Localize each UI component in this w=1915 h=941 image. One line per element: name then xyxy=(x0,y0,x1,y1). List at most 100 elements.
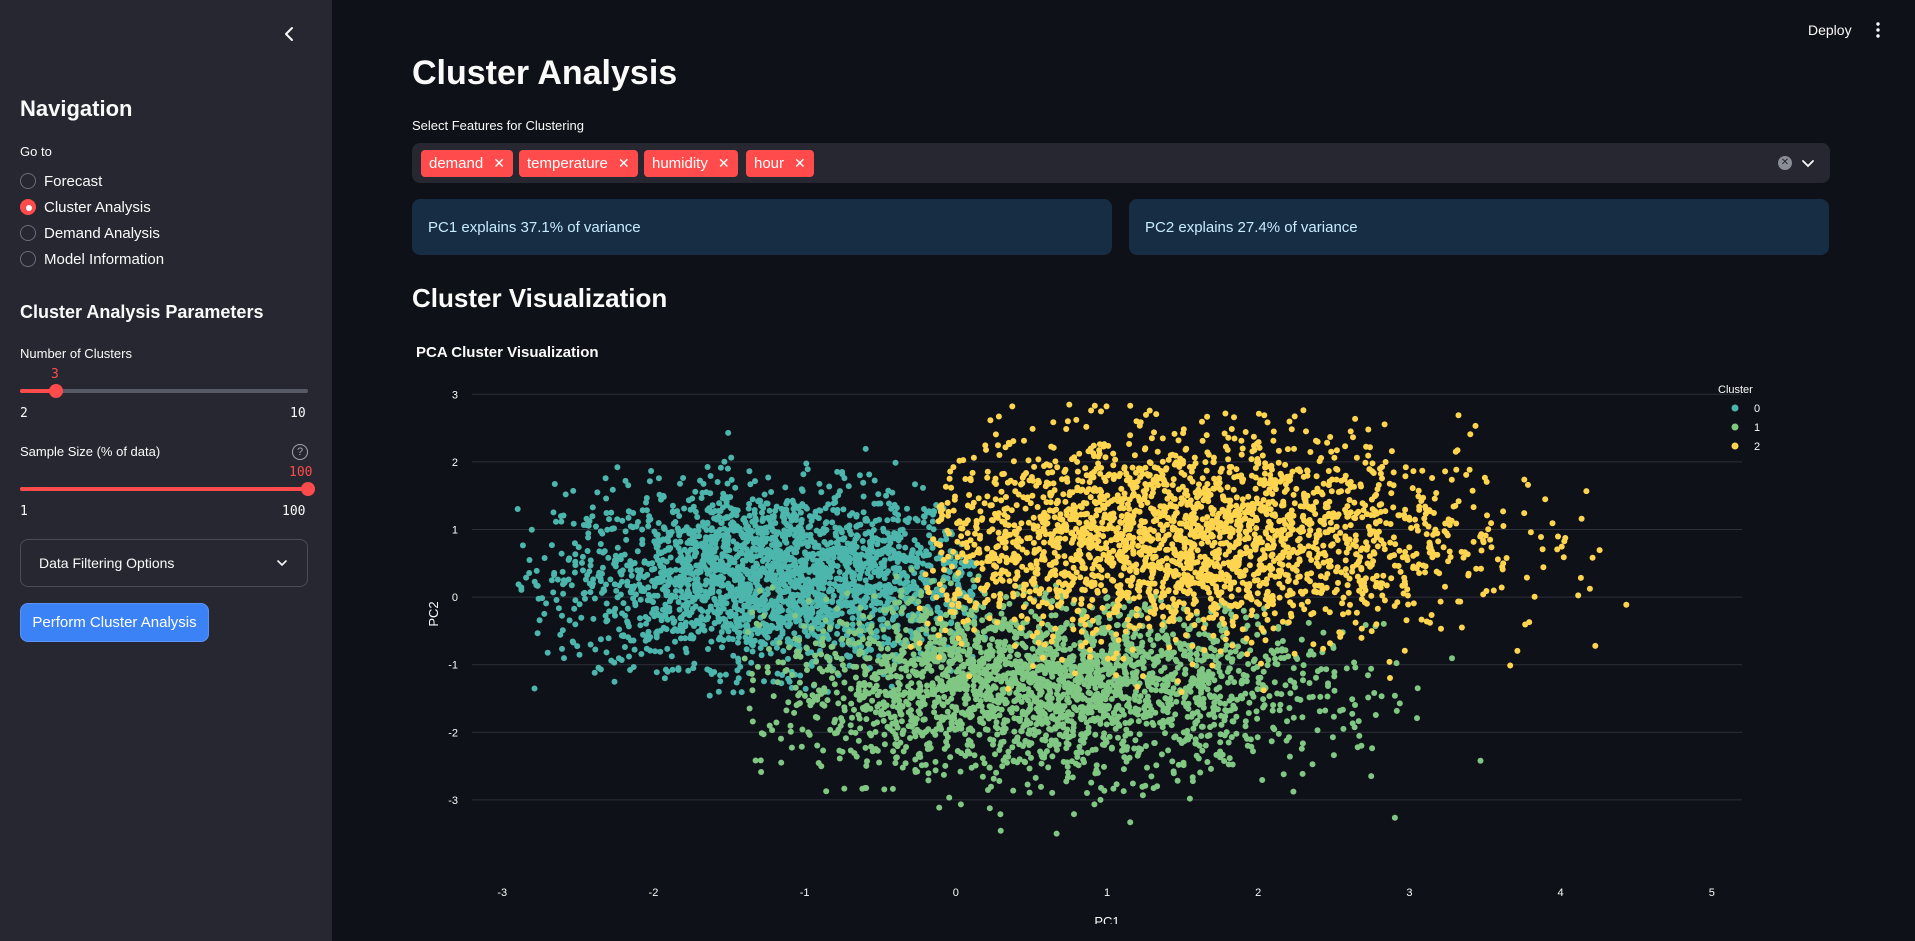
data-point xyxy=(920,552,927,559)
perform-cluster-analysis-button[interactable]: Perform Cluster Analysis xyxy=(20,603,209,642)
data-point xyxy=(624,578,631,585)
data-point xyxy=(825,553,832,560)
data-filtering-expander[interactable]: Data Filtering Options xyxy=(20,539,308,587)
features-multiselect[interactable]: demand ✕ temperature ✕ humidity ✕ hour ✕ ✕ xyxy=(412,143,1830,183)
data-point xyxy=(962,700,969,707)
data-point xyxy=(1002,754,1009,761)
data-point xyxy=(664,616,671,623)
data-point xyxy=(675,599,682,605)
data-point xyxy=(587,562,594,569)
remove-tag-icon[interactable]: ✕ xyxy=(718,155,730,172)
data-point xyxy=(1026,765,1033,772)
data-point xyxy=(783,707,790,714)
data-point xyxy=(845,483,852,490)
kebab-menu-icon[interactable] xyxy=(1870,20,1886,40)
data-point xyxy=(1118,707,1125,714)
data-point xyxy=(1116,713,1122,720)
data-point xyxy=(1331,673,1338,680)
sample-slider-label: Sample Size (% of data) xyxy=(20,444,161,459)
question-circle-icon[interactable]: ? xyxy=(292,444,308,460)
data-point xyxy=(798,516,805,523)
data-point xyxy=(745,629,752,635)
data-point xyxy=(884,692,891,699)
collapse-sidebar-icon[interactable] xyxy=(280,24,300,44)
data-point xyxy=(1078,731,1085,738)
pca-scatter-chart[interactable]: PCA Cluster Visualization-3-2-10123-3 -2-… xyxy=(412,334,1830,924)
data-point xyxy=(789,672,796,678)
data-point xyxy=(1005,670,1012,677)
nav-radio-model-information[interactable]: Model Information xyxy=(20,248,164,270)
clear-all-icon[interactable]: ✕ xyxy=(1778,156,1792,170)
data-point xyxy=(1225,654,1232,661)
sample-slider[interactable] xyxy=(20,482,315,496)
data-point xyxy=(819,701,826,708)
data-point xyxy=(851,592,858,599)
nav-radio-cluster-analysis[interactable]: Cluster Analysis xyxy=(20,196,151,218)
data-point xyxy=(899,553,906,559)
deploy-button[interactable]: Deploy xyxy=(1808,22,1852,38)
data-point xyxy=(983,668,989,674)
data-point xyxy=(898,665,905,672)
data-point xyxy=(651,528,658,535)
data-point xyxy=(1287,690,1294,697)
data-point xyxy=(1158,647,1165,654)
data-point xyxy=(683,649,690,656)
x-tick-label: 4 xyxy=(1558,887,1564,899)
data-point xyxy=(1096,694,1102,701)
data-point xyxy=(796,617,803,624)
sample-slider-thumb[interactable] xyxy=(301,482,315,496)
data-point xyxy=(627,589,634,596)
data-point xyxy=(829,675,835,682)
data-point xyxy=(851,750,858,757)
data-point xyxy=(857,571,864,578)
data-point xyxy=(926,524,933,531)
data-point xyxy=(649,566,655,573)
data-point xyxy=(773,644,780,651)
data-point xyxy=(840,695,847,702)
data-point xyxy=(766,563,773,570)
data-point xyxy=(637,596,644,603)
nav-radio-forecast[interactable]: Forecast xyxy=(20,170,102,192)
data-point xyxy=(826,657,833,664)
data-point xyxy=(1158,751,1165,758)
data-point xyxy=(694,575,701,582)
data-point xyxy=(896,681,903,688)
data-point xyxy=(964,748,971,755)
tag-label: demand xyxy=(429,155,484,172)
data-point xyxy=(785,699,792,706)
data-point xyxy=(664,589,670,595)
data-point xyxy=(1170,631,1176,638)
data-point xyxy=(704,464,711,470)
data-point xyxy=(805,539,812,546)
data-point xyxy=(592,646,599,653)
remove-tag-icon[interactable]: ✕ xyxy=(618,155,630,172)
data-point xyxy=(816,665,823,672)
chevron-down-icon xyxy=(277,560,287,567)
data-point xyxy=(1414,685,1421,692)
data-point xyxy=(1113,781,1120,788)
data-point xyxy=(1046,742,1053,749)
data-point xyxy=(1076,743,1083,750)
data-point xyxy=(1213,686,1220,693)
chevron-down-icon[interactable] xyxy=(1800,155,1816,171)
data-point xyxy=(874,692,881,699)
data-point xyxy=(800,471,807,478)
data-point xyxy=(892,459,899,466)
remove-tag-icon[interactable]: ✕ xyxy=(794,155,806,172)
data-point xyxy=(823,596,830,603)
data-point xyxy=(1171,649,1177,656)
data-point xyxy=(851,577,858,584)
clusters-slider-thumb[interactable] xyxy=(49,384,63,398)
data-point xyxy=(966,646,973,653)
data-point xyxy=(1120,788,1127,795)
remove-tag-icon[interactable]: ✕ xyxy=(493,155,505,172)
data-point xyxy=(1148,773,1155,780)
data-point xyxy=(1246,699,1253,706)
data-point xyxy=(634,548,641,555)
nav-radio-demand-analysis[interactable]: Demand Analysis xyxy=(20,222,160,244)
data-point xyxy=(779,607,785,614)
data-point xyxy=(834,670,841,677)
data-point xyxy=(1299,770,1306,777)
clusters-slider[interactable] xyxy=(20,384,308,398)
data-point xyxy=(893,754,900,761)
